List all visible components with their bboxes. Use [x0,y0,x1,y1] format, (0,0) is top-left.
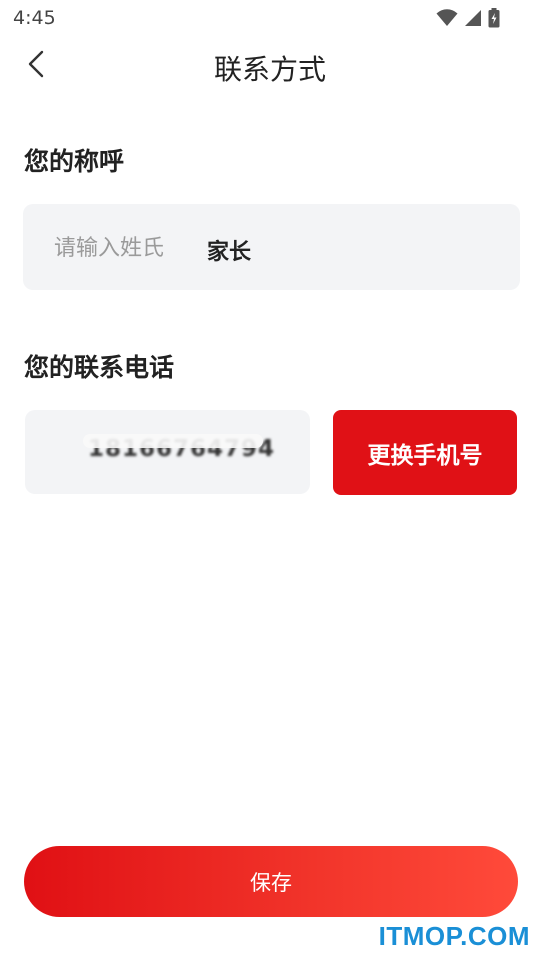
status-bar: 4:45 [0,0,540,36]
header: 联系方式 [0,36,540,100]
name-field[interactable]: 请输入姓氏 家长 [23,204,520,290]
status-time: 4:45 [13,7,56,29]
battery-charging-icon [488,8,500,28]
status-icons [436,8,500,28]
change-phone-button[interactable]: 更换手机号 [333,410,517,495]
phone-field: 18166764794 [25,410,310,494]
name-section-label: 您的称呼 [24,147,125,176]
signal-icon [464,9,482,27]
contact-info-screen: 4:45 联系方式 您的称呼 请输入姓氏 家长 您的联系电话 181667647… [0,0,540,960]
name-value: 家长 [207,240,252,265]
phone-redaction-mask [83,434,263,448]
wifi-icon [436,9,458,27]
save-button[interactable]: 保存 [24,846,518,917]
name-placeholder: 请输入姓氏 [54,236,165,261]
watermark-logo: ITMOP.COM [378,921,530,951]
page-title: 联系方式 [213,53,326,86]
phone-section-label: 您的联系电话 [24,353,175,382]
